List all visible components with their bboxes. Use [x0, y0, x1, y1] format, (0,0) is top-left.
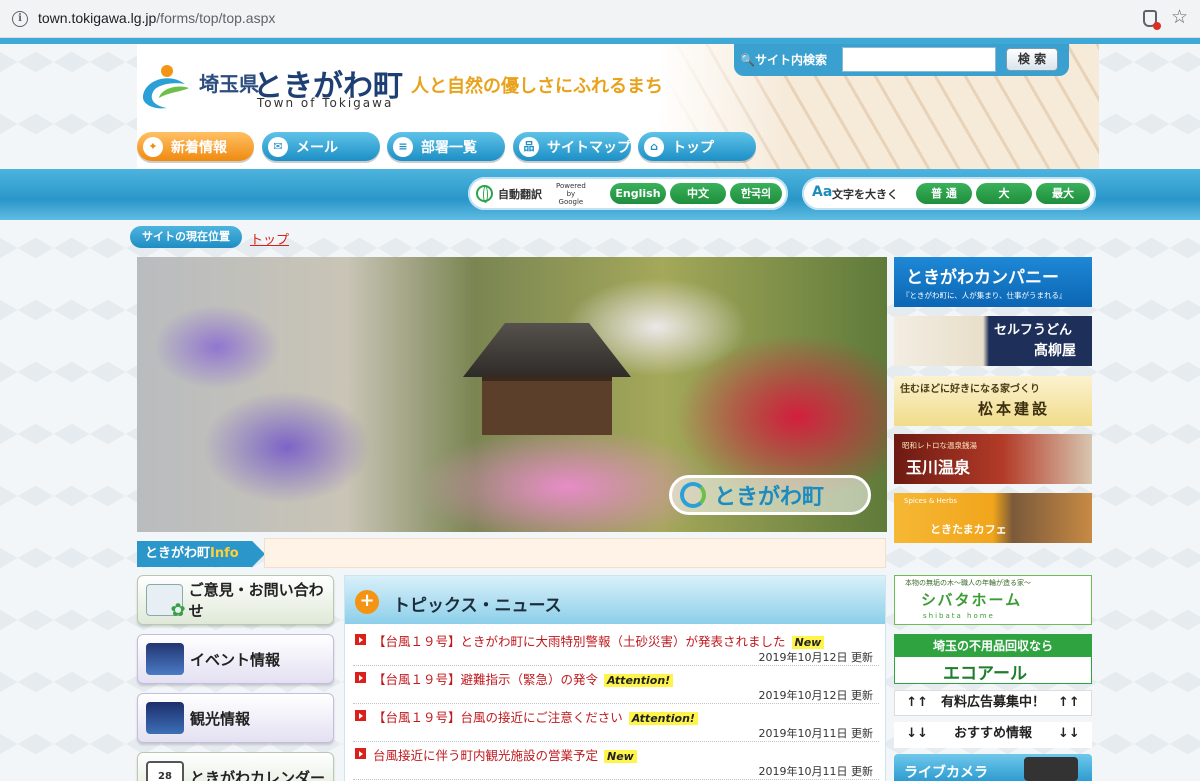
hero-town-badge: ときがわ町 — [669, 475, 871, 515]
banner-tokigawa-company[interactable]: ときがわカンパニー 『ときがわ町に、人が集まり、仕事がうまれる』 — [894, 257, 1092, 307]
font-normal-button[interactable]: 普 通 — [916, 183, 972, 204]
town-logo-icon — [680, 482, 706, 508]
banner-self-udon[interactable]: セルフうどん 髙柳屋 — [894, 316, 1092, 366]
news-item[interactable]: 【台風１９号】台風の接近にご注意ください Attention! 2019年10月1… — [353, 705, 879, 742]
font-largest-button[interactable]: 最大 — [1036, 183, 1090, 204]
play-bullet-icon — [355, 748, 366, 759]
mail-icon: ✉ — [268, 136, 288, 157]
observatory-icon — [146, 643, 184, 675]
breadcrumb-label: サイトの現在位置 — [130, 226, 242, 248]
recommend-heading: ↓↓ おすすめ情報 ↓↓ — [894, 722, 1092, 748]
play-bullet-icon — [355, 634, 366, 645]
news-item[interactable]: 【台風１９号】ときがわ町に大雨特別警報（土砂災害）が発表されました New 201… — [353, 629, 879, 666]
play-bullet-icon — [355, 710, 366, 721]
news-item[interactable]: 【台風１９号】避難指示（緊急）の発令 Attention! 2019年10月12日… — [353, 667, 879, 704]
logo-english-name: Town of Tokigawa — [257, 96, 394, 110]
news-badge: New — [604, 750, 637, 763]
logo-prefecture: 埼玉県 — [199, 72, 259, 96]
sitemap-icon: 品 — [519, 136, 539, 157]
play-bullet-icon — [355, 672, 366, 683]
banner-tamagawa-onsen[interactable]: 昭和レトロな温泉銭湯 玉川温泉 — [894, 434, 1092, 484]
search-button[interactable]: 検 索 — [1006, 48, 1058, 71]
news-title-link[interactable]: 台風接近に伴う町内観光施設の営業予定 New — [373, 745, 637, 764]
news-badge: New — [791, 636, 825, 649]
browser-address-bar: i town.tokigawa.lg.jp/forms/top/top.aspx… — [0, 0, 1200, 38]
extension-icon[interactable] — [1143, 10, 1161, 30]
town-slogan: 人と自然の優しさにふれるまち — [411, 76, 663, 97]
landscape-icon — [146, 702, 184, 734]
news-title-link[interactable]: 【台風１９号】避難指示（緊急）の発令 Attention! — [373, 669, 674, 688]
banner-ad-wanted[interactable]: ↑↑ 有料広告募集中！ ↑↑ — [894, 690, 1092, 716]
powered-by-google: Powered by Google — [556, 182, 586, 206]
camera-icon — [1024, 757, 1078, 781]
town-info-ticker — [264, 538, 886, 568]
topics-title: トピックス・ニュース — [393, 596, 562, 616]
news-title-link[interactable]: 【台風１９号】ときがわ町に大雨特別警報（土砂災害）が発表されました New — [373, 631, 825, 650]
town-logo-icon[interactable] — [139, 62, 193, 112]
site-header: 埼玉県 ときがわ町 Town of Tokigawa 人と自然の優しさにふれるま… — [137, 44, 1099, 169]
banner-live-camera[interactable]: ライブカメラ — [894, 754, 1092, 781]
news-date: 2019年10月11日 更新 — [758, 765, 874, 778]
translate-korean-button[interactable]: 한국의 — [730, 183, 782, 204]
url-host: town.tokigawa.lg.jp — [38, 10, 157, 26]
list-icon: ≡ — [393, 136, 413, 157]
globe-icon — [476, 185, 493, 203]
nav-whats-new[interactable]: ✦ 新着情報 — [137, 132, 254, 161]
sightseeing-info-button[interactable]: 観光情報 — [137, 693, 334, 743]
banner-eco-r[interactable]: 埼玉の不用品回収なら エコアール — [894, 634, 1092, 684]
hero-image: ときがわ町 — [137, 257, 887, 532]
topics-news-panel: + トピックス・ニュース 【台風１９号】ときがわ町に大雨特別警報（土砂災害）が発… — [344, 575, 886, 781]
news-date: 2019年10月11日 更新 — [758, 727, 874, 740]
translate-label: 自動翻訳 — [498, 188, 542, 201]
topics-header: + トピックス・ニュース — [345, 576, 885, 624]
font-large-button[interactable]: 大 — [976, 183, 1032, 204]
bookmark-star-icon[interactable]: ☆ — [1171, 6, 1188, 28]
search-label: 🔍サイト内検索 — [740, 53, 827, 67]
address-url[interactable]: town.tokigawa.lg.jp/forms/top/top.aspx — [38, 10, 275, 26]
plus-icon: + — [355, 590, 379, 614]
temple-body-shape — [482, 375, 612, 435]
banner-tokitama-cafe[interactable]: Spices & Herbs ときたまカフェ — [894, 493, 1092, 543]
font-size-group: Aa 文字を大きく 普 通 大 最大 — [802, 177, 1096, 210]
news-item[interactable]: 台風接近に伴う町内観光施設の営業予定 New 2019年10月11日 更新 — [353, 743, 879, 780]
search-input[interactable] — [842, 47, 996, 72]
home-icon: ⌂ — [644, 136, 664, 157]
news-badge: Attention! — [628, 712, 698, 725]
nav-top[interactable]: ⌂ トップ — [638, 132, 756, 161]
translate-english-button[interactable]: English — [610, 183, 666, 204]
event-info-button[interactable]: イベント情報 — [137, 634, 334, 684]
calendar-icon: 28 — [146, 761, 184, 781]
search-icon: 🔍 — [740, 53, 755, 67]
news-date: 2019年10月12日 更新 — [758, 689, 874, 702]
news-badge: Attention! — [604, 674, 674, 687]
news-title-link[interactable]: 【台風１９号】台風の接近にご注意ください Attention! — [373, 707, 698, 726]
banner-matsumoto-kensetsu[interactable]: 住むほどに好きになる家づくり 松本建設 — [894, 376, 1092, 426]
translate-chinese-button[interactable]: 中文 — [670, 183, 726, 204]
town-info-label: ときがわ町Info — [137, 541, 265, 567]
font-size-label: 文字を大きく — [832, 188, 898, 201]
news-date: 2019年10月12日 更新 — [758, 651, 874, 664]
nav-sitemap[interactable]: 品サイトマップ — [513, 132, 631, 161]
site-search: 🔍サイト内検索 検 索 — [734, 44, 1069, 76]
auto-translate-group: 自動翻訳 Powered by Google English 中文 한국의 — [468, 177, 788, 210]
tokigawa-calendar-button[interactable]: 28 ときがわカレンダー — [137, 752, 334, 781]
star-icon: ✦ — [143, 136, 163, 157]
mail-clover-icon — [146, 584, 185, 621]
text-size-icon: Aa — [812, 184, 833, 200]
url-path: /forms/top/top.aspx — [156, 10, 276, 26]
nav-departments[interactable]: ≡ 部署一覧 — [387, 132, 505, 161]
breadcrumb-top-link[interactable]: トップ — [250, 229, 289, 248]
banner-shibata-home[interactable]: 本物の無垢の木～職人の年輪が造る家～ シバタホーム shibata home — [894, 575, 1092, 625]
nav-mail[interactable]: ✉ メール — [262, 132, 380, 161]
feedback-contact-button[interactable]: ご意見・お問い合わせ — [137, 575, 334, 625]
tool-band: 自動翻訳 Powered by Google English 中文 한국의 Aa 文… — [0, 169, 1200, 220]
site-info-icon[interactable]: i — [12, 11, 28, 27]
temple-roof-shape — [442, 323, 652, 377]
